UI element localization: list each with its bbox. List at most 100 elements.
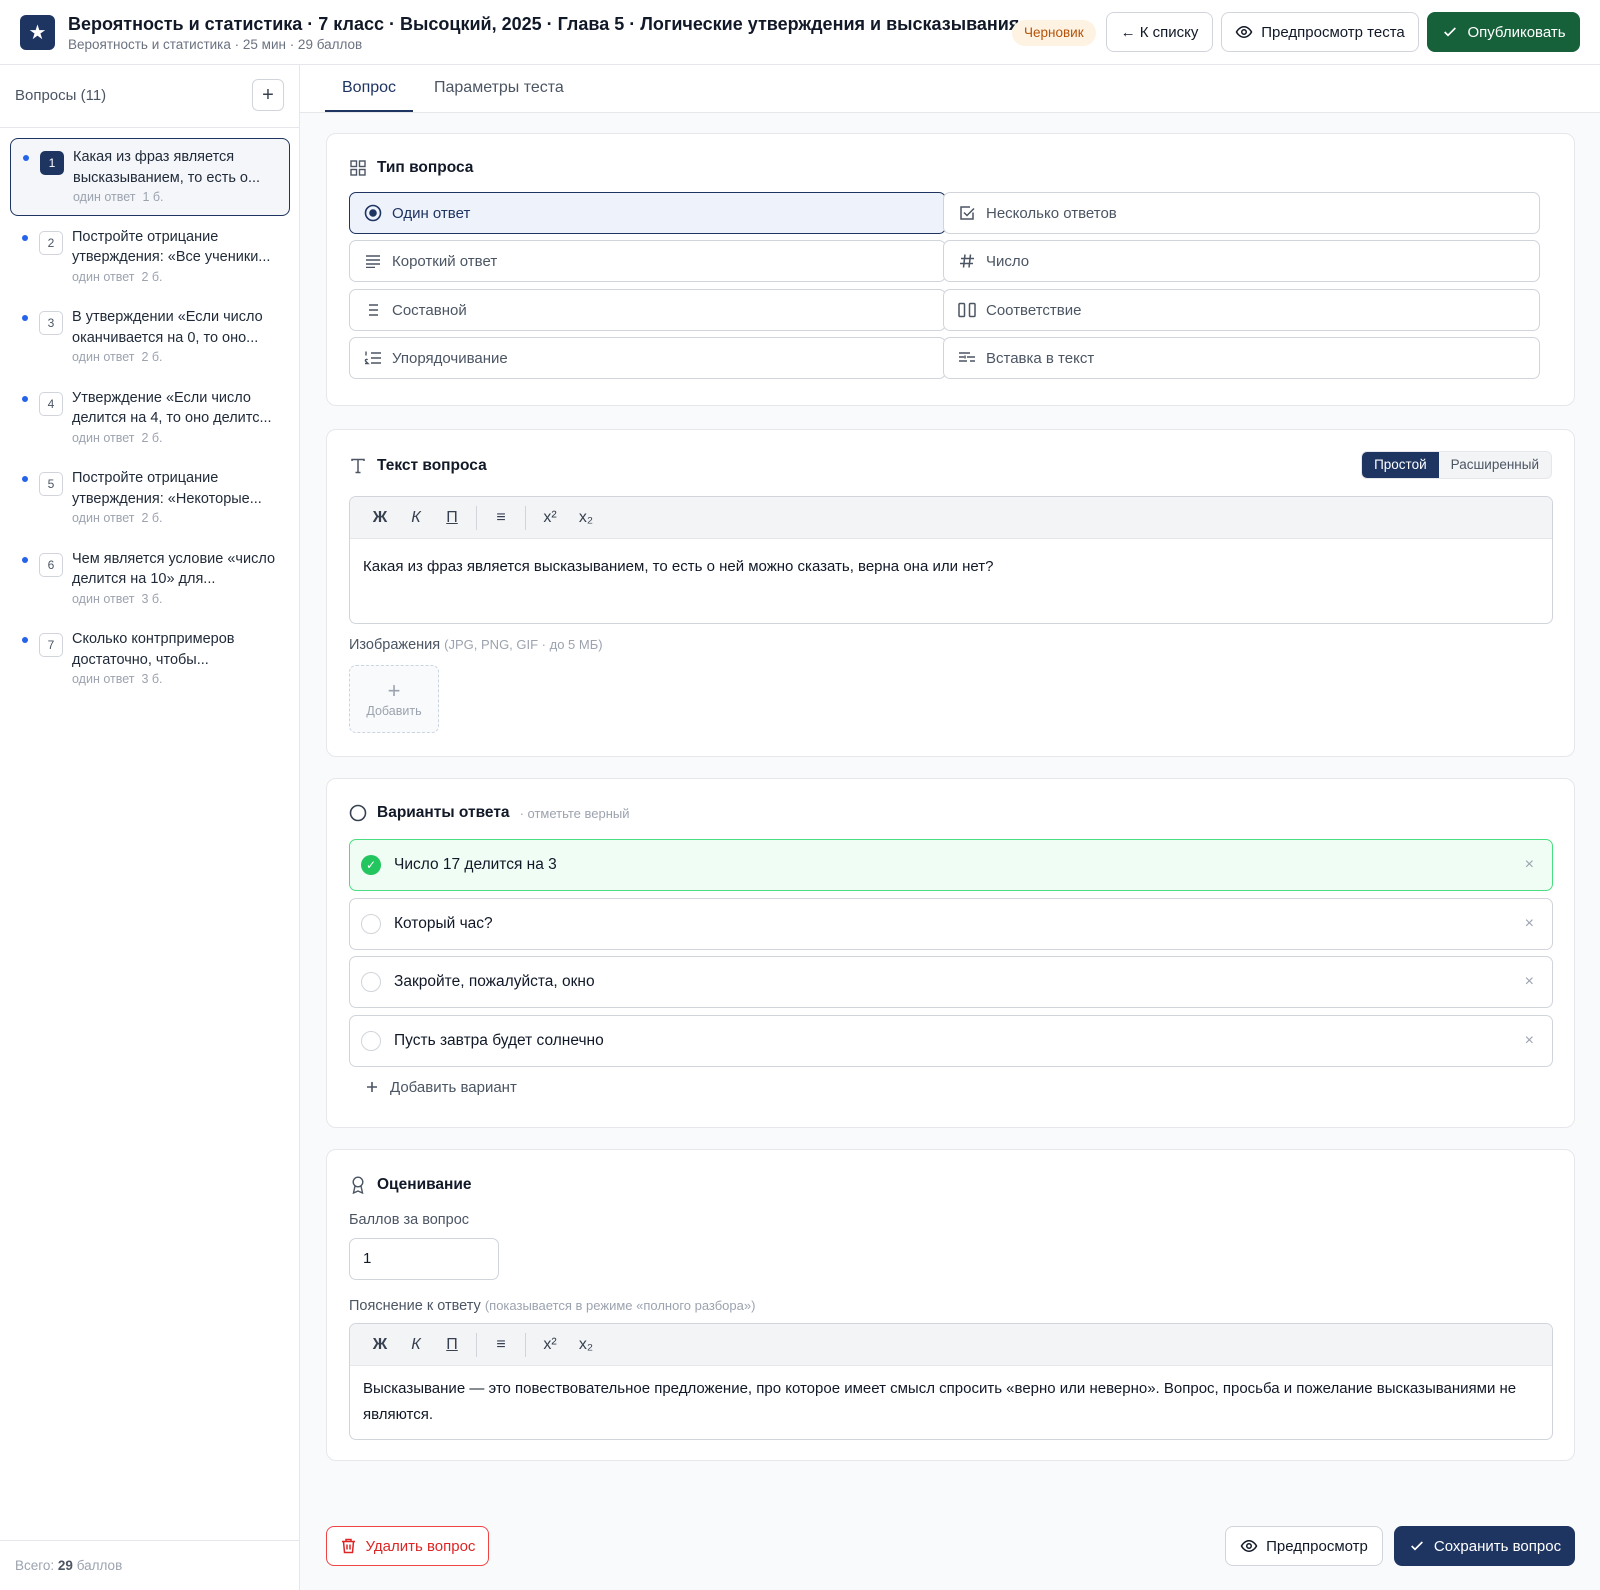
question-meta: один ответ 2 б.: [72, 511, 163, 525]
back-to-list-button[interactable]: ← К списку: [1106, 12, 1213, 52]
add-image-button[interactable]: + Добавить: [349, 665, 439, 733]
radio-selected-icon: [364, 204, 382, 222]
grading-label: Оценивание: [377, 1176, 472, 1193]
question-number: 3: [39, 311, 63, 335]
save-question-button[interactable]: Сохранить вопрос: [1394, 1526, 1575, 1566]
italic-button[interactable]: К: [398, 1330, 434, 1360]
remove-option-icon[interactable]: ×: [1525, 1032, 1534, 1050]
correct-answer-radio[interactable]: [361, 914, 381, 934]
toolbar-divider: [525, 505, 526, 530]
back-label: ← К списку: [1120, 23, 1199, 41]
total-suffix: баллов: [76, 1558, 123, 1573]
eye-icon: [1235, 23, 1253, 41]
question-type-option[interactable]: Упорядочивание: [349, 337, 946, 379]
list-button[interactable]: ≡: [483, 1330, 519, 1360]
list-button[interactable]: ≡: [483, 503, 519, 533]
status-badge: Черновик: [1012, 20, 1096, 46]
images-label: Изображения (JPG, PNG, GIF · до 5 МБ): [349, 637, 603, 653]
answer-option-text[interactable]: Число 17 делится на 3: [394, 856, 557, 874]
correct-answer-radio[interactable]: [361, 972, 381, 992]
test-preview-button[interactable]: Предпросмотр теста: [1221, 12, 1419, 52]
answer-option-text[interactable]: Который час?: [394, 915, 493, 933]
question-type-option[interactable]: Несколько ответов: [943, 192, 1540, 234]
question-preview-line: В утверждении «Если число: [72, 309, 263, 325]
subscript-button[interactable]: x₂: [568, 1330, 604, 1360]
check-icon: [1408, 1537, 1426, 1555]
grading-card: Оценивание Баллов за вопрос 1 Пояснение …: [326, 1149, 1575, 1461]
question-type-option[interactable]: Число: [943, 240, 1540, 282]
question-preview-line: делится на 4, то оно делитс...: [72, 410, 272, 426]
add-option-button[interactable]: Добавить вариант: [363, 1078, 517, 1096]
subscript-button[interactable]: x₂: [568, 503, 604, 533]
delete-question-button[interactable]: Удалить вопрос: [326, 1526, 489, 1566]
answer-option-row: ✓ Число 17 делится на 3 ×: [349, 839, 1553, 891]
explanation-input[interactable]: Высказывание — это повествовательное пре…: [350, 1366, 1552, 1439]
answer-option-row: Закройте, пожалуйста, окно ×: [349, 956, 1553, 1008]
questions-sidebar: Вопросы (11) + 1 Какая из фраз является вы…: [0, 65, 300, 1590]
question-points-meta: 3 б.: [141, 672, 163, 686]
bold-button[interactable]: Ж: [362, 1330, 398, 1360]
question-type-option-label: Составной: [392, 301, 467, 319]
bold-button[interactable]: Ж: [362, 503, 398, 533]
answer-option-row: Который час? ×: [349, 898, 1553, 950]
answer-option-text[interactable]: Закройте, пожалуйста, окно: [394, 973, 595, 991]
sidebar-question-item[interactable]: 1 Какая из фраз является высказыванием, то…: [10, 138, 290, 216]
question-type-option[interactable]: Короткий ответ: [349, 240, 946, 282]
sidebar-question-item[interactable]: 3 В утверждении «Если число оканчивается н…: [10, 299, 290, 377]
images-label-text: Изображения: [349, 637, 441, 653]
sidebar-question-item[interactable]: 6 Чем является условие «число делится на 1…: [10, 541, 290, 619]
grading-title: Оценивание: [349, 1176, 472, 1194]
question-preview-line: достаточно, чтобы...: [72, 651, 209, 668]
superscript-button[interactable]: x²: [532, 503, 568, 533]
remove-option-icon[interactable]: ×: [1525, 973, 1534, 991]
question-type-label: Тип вопроса: [377, 159, 474, 176]
question-type-option-label: Число: [986, 252, 1030, 270]
add-image-label: Добавить: [366, 704, 422, 718]
question-meta: один ответ 3 б.: [72, 592, 163, 606]
sidebar-question-item[interactable]: 5 Постройте отрицание утверждения: «Некото…: [10, 460, 290, 538]
format-toolbar: Ж К П ≡ x² x₂: [350, 497, 1552, 539]
question-preview-text: Постройте отрицание утверждения: «Все уче…: [72, 227, 278, 268]
star-logo-icon: ★: [20, 15, 55, 50]
sidebar-question-item[interactable]: 2 Постройте отрицание утверждения: «Все уч…: [10, 219, 290, 297]
points-input[interactable]: 1: [349, 1238, 499, 1280]
answer-option-text[interactable]: Пусть завтра будет солнечно: [394, 1032, 604, 1050]
question-type-option[interactable]: Один ответ: [349, 192, 946, 234]
format-toolbar: Ж К П ≡ x² x₂: [350, 1324, 1552, 1366]
question-type-option[interactable]: Составной: [349, 289, 946, 331]
radio-circle-icon: [349, 804, 367, 822]
correct-answer-radio[interactable]: [361, 1031, 381, 1051]
superscript-button[interactable]: x²: [532, 1330, 568, 1360]
remove-option-icon[interactable]: ×: [1525, 856, 1534, 874]
question-type-option[interactable]: Соответствие: [943, 289, 1540, 331]
total-value: 29: [57, 1558, 73, 1573]
question-points-meta: 2 б.: [141, 511, 163, 525]
question-preview-line: Чем является условие «число: [72, 550, 276, 567]
question-text-editor: Ж К П ≡ x² x₂ Какая из фраз является выс…: [349, 496, 1553, 624]
tab-question[interactable]: Вопрос: [325, 65, 414, 112]
remove-option-icon[interactable]: ×: [1525, 915, 1534, 933]
mode-advanced-button[interactable]: Расширенный: [1439, 452, 1551, 478]
mode-simple-button[interactable]: Простой: [1362, 452, 1439, 478]
question-meta: один ответ 3 б.: [72, 672, 163, 686]
question-preview-line: Постройте отрицание: [72, 470, 219, 486]
toolbar-divider: [476, 505, 477, 530]
question-type-meta: один ответ: [72, 672, 135, 686]
answer-options-label: Варианты ответа: [377, 804, 510, 821]
sidebar-question-item[interactable]: 7 Сколько контрпримеров достаточно, чтобы.…: [10, 621, 290, 699]
question-text-input[interactable]: Какая из фраз является высказыванием, то…: [350, 539, 1552, 595]
underline-button[interactable]: П: [434, 1330, 470, 1360]
question-text-card: Текст вопроса Простой Расширенный Ж К П …: [326, 429, 1575, 757]
question-type-meta: один ответ: [72, 430, 135, 445]
underline-button[interactable]: П: [434, 503, 470, 533]
toolbar-divider: [525, 1332, 526, 1357]
italic-button[interactable]: К: [398, 503, 434, 533]
correct-answer-radio[interactable]: ✓: [361, 855, 381, 875]
add-question-button[interactable]: +: [252, 79, 284, 111]
sidebar-question-item[interactable]: 4 Утверждение «Если число делится на 4, то…: [10, 380, 290, 458]
publish-button[interactable]: Опубликовать: [1427, 12, 1580, 52]
tab-test-settings[interactable]: Параметры теста: [417, 65, 581, 112]
question-type-option[interactable]: Вставка в текст: [943, 337, 1540, 379]
question-preview-button[interactable]: Предпросмотр: [1225, 1526, 1383, 1566]
question-preview-line: оканчивается на 0, то оно...: [72, 329, 259, 346]
